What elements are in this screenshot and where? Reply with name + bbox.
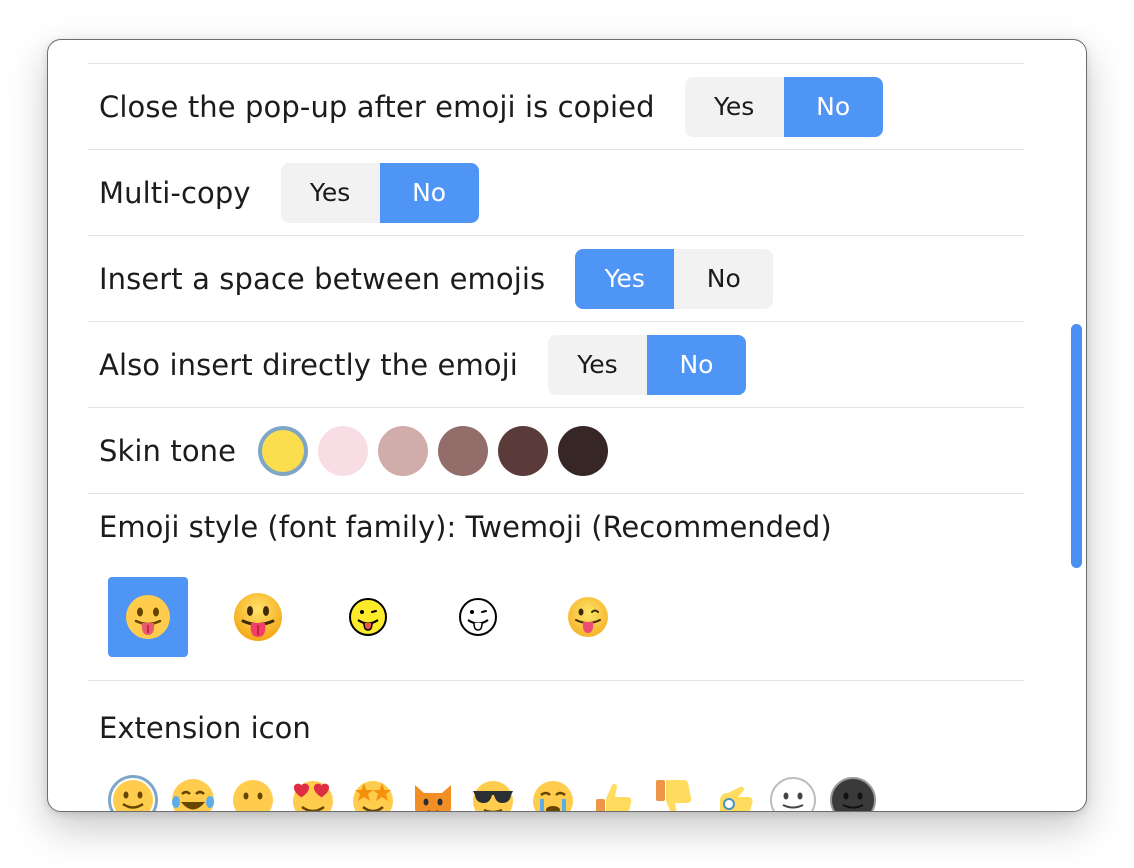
setting-insert-directly: Also insert directly the emoji Yes No (88, 322, 1024, 408)
scrollbar-thumb[interactable] (1071, 324, 1082, 568)
neutral-face-icon (233, 780, 273, 811)
skin-tone-swatch-3[interactable] (378, 425, 429, 476)
heart-eyes-icon (293, 781, 333, 811)
emoji-style-openmoji-color[interactable] (328, 577, 408, 657)
ext-icon-heart-eyes[interactable] (288, 775, 338, 811)
cat-face-icon (415, 785, 451, 811)
skin-tone-swatch-2[interactable] (318, 425, 369, 476)
ext-icon-crying[interactable] (528, 775, 578, 811)
settings-popup: Close the pop-up after emoji is copied Y… (47, 39, 1087, 812)
star-struck-icon (353, 781, 393, 811)
emoji-style-google[interactable] (548, 577, 628, 657)
insert-space-no-button[interactable]: No (674, 248, 774, 309)
extension-icon-options (108, 775, 888, 811)
skin-tone-swatch-6[interactable] (558, 425, 609, 476)
emoji-style-openmoji-black[interactable] (438, 577, 518, 657)
extension-icon-section: Extension icon (88, 681, 1024, 811)
setting-skin-tone: Skin tone (88, 408, 1024, 494)
ext-icon-thumbs-down[interactable] (648, 775, 698, 811)
emoji-style-twemoji[interactable] (108, 577, 188, 657)
multi-copy-label: Multi-copy (99, 175, 251, 210)
setting-insert-space: Insert a space between emojis Yes No (88, 236, 1024, 322)
multi-copy-toggle: Yes No (280, 162, 479, 223)
insert-directly-toggle: Yes No (547, 334, 746, 395)
close-popup-yes-button[interactable]: Yes (684, 76, 784, 137)
skin-tone-swatch-4[interactable] (438, 425, 489, 476)
close-popup-no-button[interactable]: No (783, 76, 883, 137)
joy-face-icon (172, 779, 214, 811)
openmoji-black-face-icon (459, 598, 497, 636)
ext-icon-white-face[interactable] (768, 775, 818, 811)
settings-list: Close the pop-up after emoji is copied Y… (88, 63, 1024, 811)
ext-icon-ok-hand[interactable] (708, 775, 758, 811)
emoji-style-title: Emoji style (font family): Twemoji (Reco… (99, 510, 832, 544)
insert-directly-label: Also insert directly the emoji (99, 347, 518, 382)
skin-tone-picker (258, 425, 609, 476)
smiley-face-icon (113, 780, 153, 811)
ext-icon-thumbs-up[interactable] (588, 775, 638, 811)
setting-multi-copy: Multi-copy Yes No (88, 150, 1024, 236)
apple-face-icon (234, 593, 282, 641)
crying-face-icon (533, 781, 573, 811)
multi-copy-yes-button[interactable]: Yes (280, 162, 380, 223)
ext-icon-cat[interactable] (408, 775, 458, 811)
close-popup-label: Close the pop-up after emoji is copied (99, 89, 655, 124)
thumbs-up-icon (596, 783, 632, 811)
ext-icon-sunglasses[interactable] (468, 775, 518, 811)
skin-tone-swatch-1[interactable] (258, 425, 309, 476)
close-popup-toggle: Yes No (684, 76, 883, 137)
insert-directly-yes-button[interactable]: Yes (547, 334, 647, 395)
multi-copy-no-button[interactable]: No (379, 162, 479, 223)
emoji-style-apple[interactable] (218, 577, 298, 657)
insert-space-yes-button[interactable]: Yes (575, 248, 675, 309)
ext-icon-star-struck[interactable] (348, 775, 398, 811)
google-face-icon (568, 597, 608, 637)
openmoji-color-face-icon (349, 598, 387, 636)
ok-hand-icon (720, 786, 753, 811)
dark-face-icon (830, 777, 876, 811)
ext-icon-neutral[interactable] (228, 775, 278, 811)
skin-tone-label: Skin tone (99, 433, 237, 468)
emoji-style-section: Emoji style (font family): Twemoji (Reco… (88, 494, 1024, 681)
insert-space-toggle: Yes No (575, 248, 774, 309)
thumbs-down-icon (656, 780, 692, 811)
white-face-icon (770, 777, 816, 811)
sunglasses-face-icon (473, 781, 513, 811)
setting-close-popup: Close the pop-up after emoji is copied Y… (88, 64, 1024, 150)
twemoji-face-icon (126, 595, 170, 639)
emoji-style-options (108, 577, 658, 657)
ext-icon-smiley[interactable] (108, 775, 158, 811)
skin-tone-swatch-5[interactable] (498, 425, 549, 476)
ext-icon-joy[interactable] (168, 775, 218, 811)
extension-icon-title: Extension icon (99, 711, 311, 745)
insert-space-label: Insert a space between emojis (99, 261, 546, 296)
ext-icon-dark-face[interactable] (828, 775, 878, 811)
insert-directly-no-button[interactable]: No (646, 334, 746, 395)
